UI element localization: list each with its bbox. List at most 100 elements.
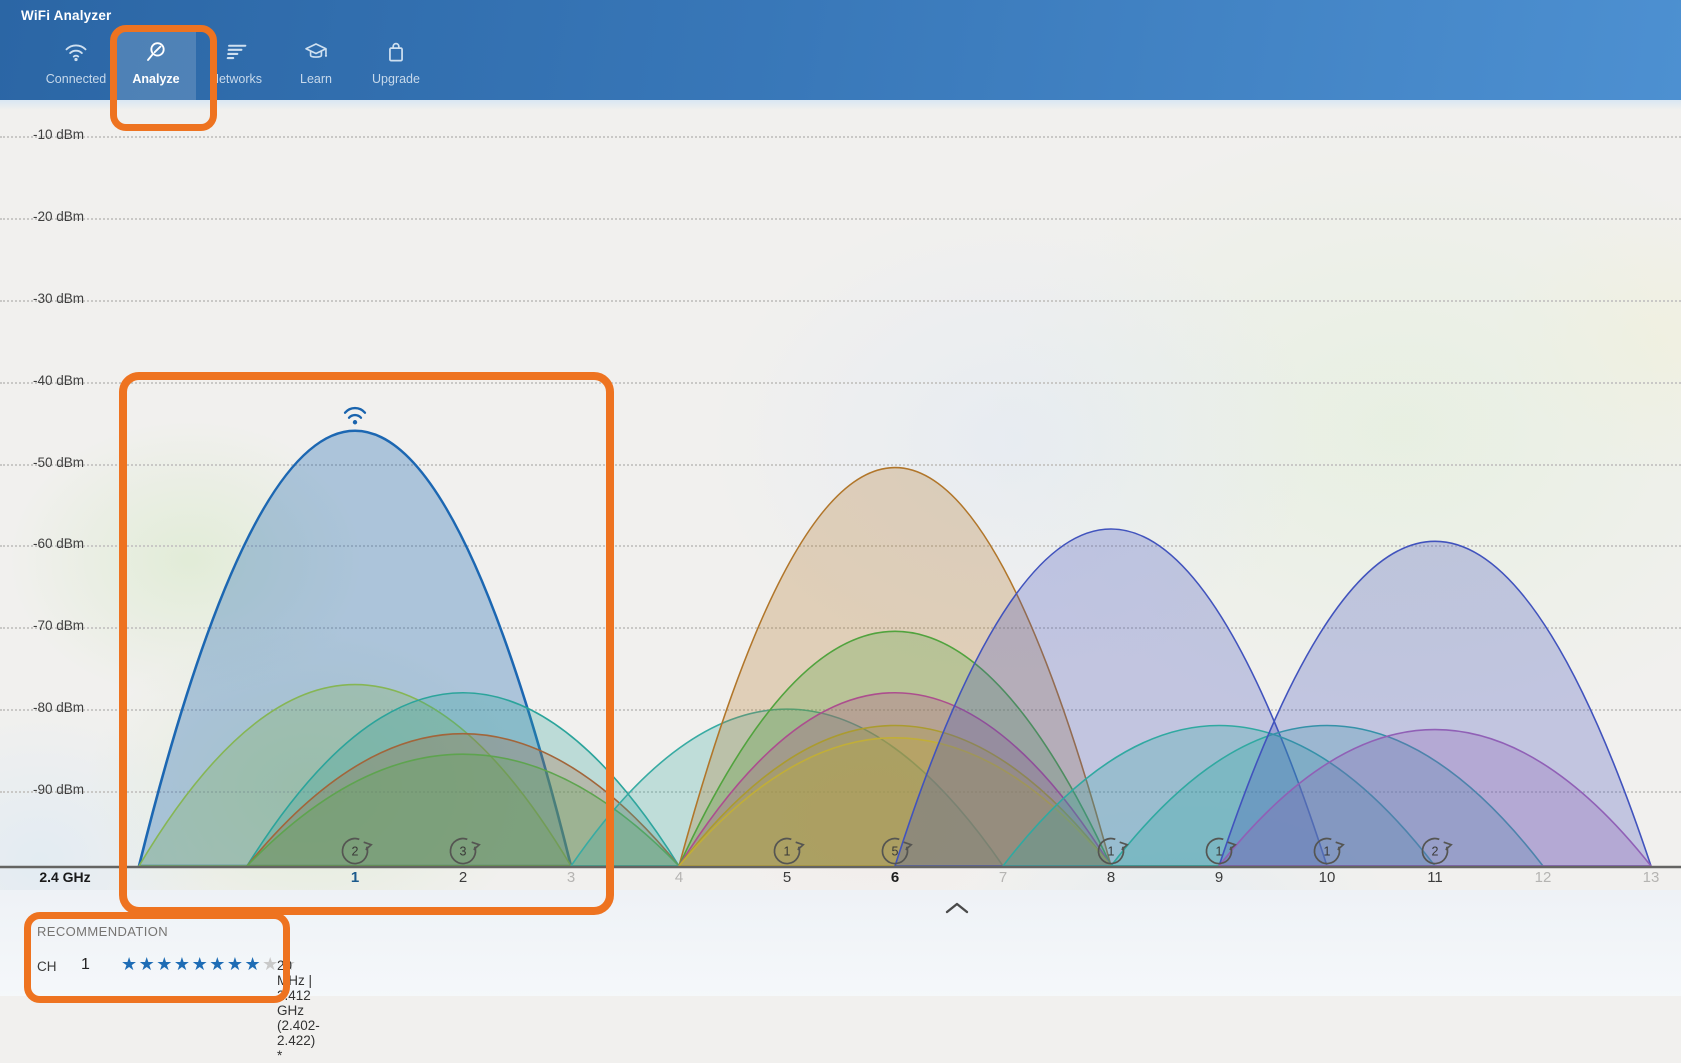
wifi-icon [345,408,365,424]
y-tick-label-50dbm: -50 dBm [0,455,84,470]
y-tick-label-30dbm: -30 dBm [0,291,84,306]
svg-text:1: 1 [1324,845,1331,859]
star-filled: ★ [209,954,227,974]
star-filled: ★ [139,954,157,974]
channel-label-11: 11 [1415,869,1455,886]
gridline-30dbm [0,300,1681,302]
svg-text:2: 2 [1432,845,1439,859]
star-filled: ★ [174,954,192,974]
y-tick-label-40dbm: -40 dBm [0,373,84,388]
channel-count-badge-ch10: 1 [1314,839,1343,864]
svg-text:5: 5 [892,845,899,859]
channel-count-badge-ch9: 1 [1206,839,1235,864]
network-curve-ch1-connected [139,431,571,866]
tab-label: Connected [46,72,106,86]
recommendation-channel-label: CH [37,959,57,974]
star-filled: ★ [121,954,139,974]
recommendation-details: 20 MHz | 2.412 GHz (2.402-2.422) * [277,958,320,1063]
channel-count-badge-ch5: 1 [774,839,803,864]
channel-rating-stars: ★★★★★★★★★★ [121,954,297,975]
recommendation-channel-value: 1 [81,956,90,974]
y-tick-label-20dbm: -20 dBm [0,209,84,224]
y-tick-label-60dbm: -60 dBm [0,536,84,551]
channel-label-8: 8 [1091,869,1131,886]
wifi-analyzer-app: { "app": { "title": "WiFi Analyzer" }, "… [0,0,1681,996]
tab-label: Upgrade [372,72,420,86]
network-curve-ch11 [1219,730,1651,866]
channel-label-12: 12 [1523,869,1563,886]
channel-label-2: 2 [443,869,483,886]
network-curve-ch2 [247,693,679,866]
chevron-up-icon [942,900,972,916]
star-filled: ★ [156,954,174,974]
star-filled: ★ [244,954,262,974]
channel-label-7: 7 [983,869,1023,886]
gridline-70dbm [0,627,1681,629]
channel-label-4: 4 [659,869,699,886]
network-curve-ch1 [139,685,571,866]
gridline-80dbm [0,709,1681,711]
tab-networks[interactable]: Networks [196,28,276,100]
channel-label-6: 6 [875,869,915,886]
network-curve-ch6 [679,726,1111,867]
channel-label-3: 3 [551,869,591,886]
graduation-cap-icon [303,39,329,65]
shopping-bag-icon [383,39,409,65]
gridline-60dbm [0,545,1681,547]
channel-count-badge-ch11: 2 [1422,839,1451,864]
network-curve-ch10 [1111,726,1543,867]
tab-analyze[interactable]: Analyze [116,28,196,100]
channel-label-9: 9 [1199,869,1239,886]
wifi-icon [63,39,89,65]
star-filled: ★ [227,954,245,974]
recommendation-heading: RECOMMENDATION [37,924,168,939]
gridline-50dbm [0,464,1681,466]
network-curve-ch9 [1003,726,1435,867]
network-curve-ch6 [679,693,1111,866]
y-tick-label-10dbm: -10 dBm [0,127,84,142]
svg-text:3: 3 [460,845,467,859]
channel-label-13: 13 [1631,869,1671,886]
svg-text:1: 1 [1216,845,1223,859]
network-curve-ch5 [571,709,1003,866]
expand-panel-button[interactable] [942,900,972,916]
y-tick-label-90dbm: -90 dBm [0,782,84,797]
tab-learn[interactable]: Learn [276,28,356,100]
network-curve-ch2 [247,734,679,866]
channel-count-badge-ch6: 5 [882,839,911,864]
tab-upgrade[interactable]: Upgrade [356,28,436,100]
annotation-box-channel-1-region [119,372,614,915]
network-curve-ch6 [679,631,1111,866]
channel-axis-labels: 2.4 GHz 12345678910111213 [0,0,1681,996]
tab-label: Analyze [132,72,179,86]
recommendation-panel: RECOMMENDATION CH 1 ★★★★★★★★★★ 20 MHz | … [0,890,1681,996]
channel-label-10: 10 [1307,869,1347,886]
channel-label-1: 1 [335,869,375,886]
network-curve-ch8 [895,529,1327,866]
channel-count-badge-ch2: 3 [450,839,479,864]
channel-count-badge-ch8: 1 [1098,839,1127,864]
star-filled: ★ [192,954,210,974]
gridline-40dbm [0,382,1681,384]
app-title: WiFi Analyzer [21,8,112,23]
gridline-90dbm [0,791,1681,793]
nav-tabs: Connected Analyze Networks Learn Upgrade [36,28,436,100]
network-curve-ch2 [247,754,679,866]
channel-label-5: 5 [767,869,807,886]
top-nav-bar: WiFi Analyzer Connected Analyze Networks Le… [0,0,1681,100]
network-curve-ch6 [679,738,1111,866]
svg-text:1: 1 [1108,845,1115,859]
magnifier-icon [143,39,169,65]
y-tick-label-70dbm: -70 dBm [0,618,84,633]
gridline-10dbm [0,136,1681,138]
tab-label: Networks [210,72,262,86]
gridline-20dbm [0,218,1681,220]
network-curve-ch6 [679,468,1111,866]
tab-connected[interactable]: Connected [36,28,116,100]
channel-signal-chart: 2 3 1 5 1 1 1 2 [0,0,1681,996]
networks-list-icon [223,39,249,65]
svg-text:2: 2 [352,845,359,859]
tab-label: Learn [300,72,332,86]
channel-count-badge-ch1: 2 [342,839,371,864]
y-tick-label-80dbm: -80 dBm [0,700,84,715]
